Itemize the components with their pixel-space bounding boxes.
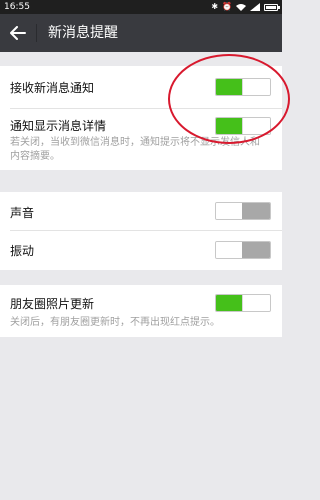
toggle-right-half	[242, 118, 270, 134]
setting-label: 朋友圈照片更新	[10, 297, 95, 311]
setting-label: 接收新消息通知	[10, 81, 95, 95]
setting-label: 声音	[10, 206, 35, 220]
setting-row-sound[interactable]: 声音	[0, 192, 282, 230]
toggle-right-half	[242, 242, 270, 258]
wifi-icon	[236, 4, 246, 11]
toggle-left-half	[216, 295, 244, 311]
toggle-right-half	[242, 79, 270, 95]
show-details-toggle[interactable]	[215, 117, 271, 135]
setting-label: 振动	[10, 244, 35, 258]
setting-row-show-details[interactable]: 通知显示消息详情 若关闭，当收到微信消息时，通知提示将不显示发信人和内容摘要。	[0, 109, 282, 170]
setting-label: 通知显示消息详情	[10, 119, 107, 133]
app-bar: 新消息提醒	[0, 14, 282, 52]
signal-icon	[250, 3, 260, 11]
setting-row-vibration[interactable]: 振动	[0, 231, 282, 270]
setting-description: 关闭后，有朋友圈更新时，不再出现红点提示。	[10, 317, 220, 328]
moments-updates-toggle[interactable]	[215, 294, 271, 312]
app-bar-divider	[36, 24, 37, 42]
toggle-left-half	[216, 118, 244, 134]
setting-description: 若关闭，当收到微信消息时，通知提示将不显示发信人和内容摘要。	[10, 137, 260, 162]
back-button[interactable]	[0, 14, 36, 52]
battery-icon	[264, 3, 280, 11]
status-time: 16:55	[4, 2, 30, 12]
toggle-right-half	[242, 203, 270, 219]
settings-group-moments: 朋友圈照片更新 关闭后，有朋友圈更新时，不再出现红点提示。	[0, 285, 282, 337]
page-title: 新消息提醒	[48, 25, 118, 41]
status-icons: ✱ ⏰	[211, 0, 280, 14]
settings-group-notifications: 接收新消息通知 通知显示消息详情 若关闭，当收到微信消息时，通知提示将不显示发信…	[0, 66, 282, 170]
toggle-left-half	[216, 79, 244, 95]
status-bar: 16:55 ✱ ⏰	[0, 0, 282, 14]
setting-row-moments-updates[interactable]: 朋友圈照片更新 关闭后，有朋友圈更新时，不再出现红点提示。	[0, 285, 282, 337]
toggle-right-half	[242, 295, 270, 311]
bluetooth-icon: ✱	[211, 2, 219, 11]
receive-notifications-toggle[interactable]	[215, 78, 271, 96]
arrow-left-icon	[10, 26, 26, 40]
sound-toggle[interactable]	[215, 202, 271, 220]
alarm-icon: ⏰	[222, 2, 232, 11]
settings-group-sound-vibration: 声音 振动	[0, 192, 282, 270]
setting-row-receive-notifications[interactable]: 接收新消息通知	[0, 66, 282, 108]
toggle-left-half	[216, 242, 244, 258]
vibration-toggle[interactable]	[215, 241, 271, 259]
toggle-left-half	[216, 203, 244, 219]
